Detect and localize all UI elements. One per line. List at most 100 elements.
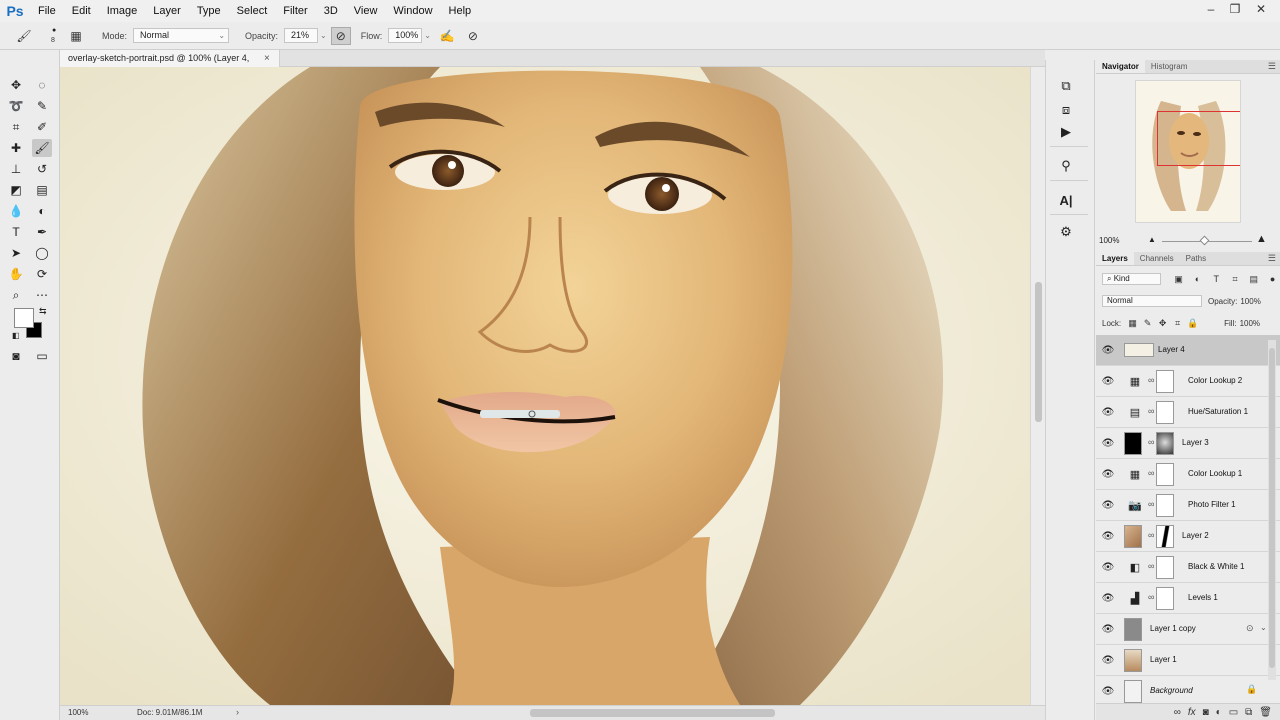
layer-style-icon[interactable]: fx — [1188, 707, 1196, 718]
menu-3d[interactable]: 3D — [316, 0, 346, 22]
layer-row[interactable]: 👁 ∞ Layer 2 — [1096, 521, 1280, 552]
layer-row[interactable]: 👁 Layer 1 copy ⊙ ⌄ — [1096, 614, 1280, 645]
filter-smart-icon[interactable]: ▤ — [1246, 273, 1261, 285]
menu-file[interactable]: File — [30, 0, 64, 22]
filter-type-icon[interactable]: T — [1209, 273, 1224, 285]
tab-layers[interactable]: Layers — [1096, 252, 1134, 265]
tab-paths[interactable]: Paths — [1180, 252, 1212, 265]
layer-mask-thumbnail[interactable] — [1156, 463, 1174, 486]
gradient-tool-icon[interactable]: ▤ — [32, 181, 52, 199]
filter-kind-select[interactable]: ⌕ Kind — [1102, 273, 1162, 285]
layer-name[interactable]: Layer 4 — [1158, 345, 1185, 354]
status-menu-icon[interactable]: › — [236, 707, 239, 717]
layer-name[interactable]: Layer 1 copy — [1150, 624, 1196, 633]
document-canvas[interactable] — [60, 67, 1030, 705]
fill-value[interactable]: 100% — [1240, 319, 1260, 328]
brush-preset-picker[interactable]: ● 8 — [44, 25, 66, 47]
quick-select-tool-icon[interactable]: ✎ — [32, 97, 52, 115]
layer-mask-thumbnail[interactable] — [1156, 494, 1174, 517]
zoom-tool-icon[interactable]: ⌕ — [6, 286, 26, 304]
visibility-eye-icon[interactable]: 👁 — [1102, 344, 1115, 356]
mask-link-icon[interactable]: ∞ — [1148, 499, 1154, 509]
blend-mode-select[interactable]: Normal — [1102, 295, 1202, 307]
clone-source-icon[interactable]: ⚙ — [1052, 222, 1080, 242]
dodge-tool-icon[interactable]: ◐ — [32, 202, 52, 220]
visibility-eye-icon[interactable]: 👁 — [1102, 468, 1115, 480]
navigator-thumbnail[interactable] — [1135, 80, 1241, 223]
mask-link-icon[interactable]: ∞ — [1148, 530, 1154, 540]
menu-help[interactable]: Help — [441, 0, 480, 22]
zoom-out-icon[interactable]: ▲ — [1148, 235, 1156, 244]
filter-adjustment-icon[interactable]: ◐ — [1190, 273, 1205, 285]
flow-dropdown-icon[interactable]: ⌄ — [424, 31, 431, 40]
visibility-eye-icon[interactable]: 👁 — [1102, 623, 1115, 635]
menu-view[interactable]: View — [346, 0, 386, 22]
lasso-tool-icon[interactable]: ➰ — [6, 97, 26, 115]
canvas-vertical-scrollbar[interactable] — [1030, 67, 1045, 705]
layer-name[interactable]: Color Lookup 2 — [1188, 376, 1242, 385]
navigator-zoom-value[interactable]: 100% — [1099, 236, 1119, 245]
actions-panel-icon[interactable]: ⧈ — [1052, 100, 1080, 120]
zoom-level[interactable]: 100% — [68, 708, 88, 717]
stamp-tool-icon[interactable]: ⊥ — [6, 160, 26, 178]
default-colors-icon[interactable]: ◧ — [12, 331, 20, 340]
mode-select[interactable]: Normal ⌄ — [133, 28, 230, 43]
layer-mask-thumbnail[interactable] — [1156, 401, 1174, 424]
layer-name[interactable]: Levels 1 — [1188, 593, 1218, 602]
menu-window[interactable]: Window — [385, 0, 440, 22]
lock-position-icon[interactable]: ✥ — [1155, 317, 1170, 329]
tab-histogram[interactable]: Histogram — [1145, 60, 1193, 73]
document-tab[interactable]: overlay-sketch-portrait.psd @ 100% (Laye… — [60, 50, 280, 80]
visibility-eye-icon[interactable]: 👁 — [1102, 561, 1115, 573]
menu-filter[interactable]: Filter — [275, 0, 315, 22]
menu-select[interactable]: Select — [229, 0, 276, 22]
foreground-color-swatch[interactable] — [14, 308, 34, 328]
menu-type[interactable]: Type — [189, 0, 229, 22]
navigator-view-box[interactable] — [1157, 111, 1240, 166]
layer-name[interactable]: Layer 3 — [1182, 438, 1209, 447]
visibility-eye-icon[interactable]: 👁 — [1102, 654, 1115, 666]
flow-input[interactable]: 100% — [388, 28, 423, 43]
layers-scrollbar[interactable] — [1268, 340, 1276, 680]
restore-icon[interactable]: ❐ — [1222, 0, 1248, 18]
layer-row[interactable]: 👁 ∞ Layer 3 — [1096, 428, 1280, 459]
mask-link-icon[interactable]: ∞ — [1148, 437, 1154, 447]
pressure-opacity-icon[interactable]: ⊘ — [330, 26, 351, 45]
history-panel-icon[interactable]: ⧉ — [1052, 76, 1080, 96]
eyedropper-tool-icon[interactable]: ✐ — [32, 118, 52, 136]
layer-name[interactable]: Layer 1 — [1150, 655, 1177, 664]
menu-layer[interactable]: Layer — [145, 0, 189, 22]
eraser-tool-icon[interactable]: ◩ — [6, 181, 26, 199]
tab-channels[interactable]: Channels — [1134, 252, 1180, 265]
swap-colors-icon[interactable]: ⇆ — [39, 306, 47, 317]
layer-mask-thumbnail[interactable] — [1156, 370, 1174, 393]
close-tab-icon[interactable]: × — [264, 50, 270, 67]
layer-mask-thumbnail[interactable] — [1156, 556, 1174, 579]
lock-all-icon[interactable]: 🔒 — [1185, 317, 1200, 329]
crop-tool-icon[interactable]: ⌗ — [6, 118, 26, 136]
visibility-eye-icon[interactable]: 👁 — [1102, 406, 1115, 418]
mask-link-icon[interactable]: ∞ — [1148, 406, 1154, 416]
menu-edit[interactable]: Edit — [64, 0, 99, 22]
history-brush-icon[interactable]: ↺ — [32, 160, 52, 178]
pen-tool-icon[interactable]: ✒ — [32, 223, 52, 241]
tab-navigator[interactable]: Navigator — [1096, 60, 1145, 73]
brush-presets-icon[interactable]: ⚲ — [1052, 156, 1080, 176]
opacity-dropdown-icon[interactable]: ⌄ — [320, 31, 327, 40]
navigator-zoom-knob[interactable] — [1199, 235, 1210, 246]
new-layer-icon[interactable]: ⧉ — [1245, 707, 1252, 718]
path-select-tool-icon[interactable]: ➤ — [6, 244, 26, 262]
quick-mask-icon[interactable]: ◙ — [6, 347, 26, 365]
lock-pixels-icon[interactable]: ✎ — [1140, 317, 1155, 329]
new-adjustment-icon[interactable]: ◐ — [1216, 707, 1222, 718]
pressure-size-icon[interactable]: ⊘ — [463, 27, 483, 45]
layer-name[interactable]: Black & White 1 — [1188, 562, 1244, 571]
filter-shape-icon[interactable]: ⌗ — [1228, 273, 1243, 285]
delete-layer-icon[interactable]: 🗑 — [1259, 707, 1272, 718]
layer-row[interactable]: 👁 Layer 4 — [1096, 335, 1280, 366]
screen-mode-icon[interactable]: ▭ — [32, 347, 52, 365]
visibility-eye-icon[interactable]: 👁 — [1102, 499, 1115, 511]
character-panel-icon[interactable]: A| — [1052, 190, 1080, 210]
layer-name[interactable]: Background — [1150, 686, 1193, 695]
mask-link-icon[interactable]: ∞ — [1148, 592, 1154, 602]
